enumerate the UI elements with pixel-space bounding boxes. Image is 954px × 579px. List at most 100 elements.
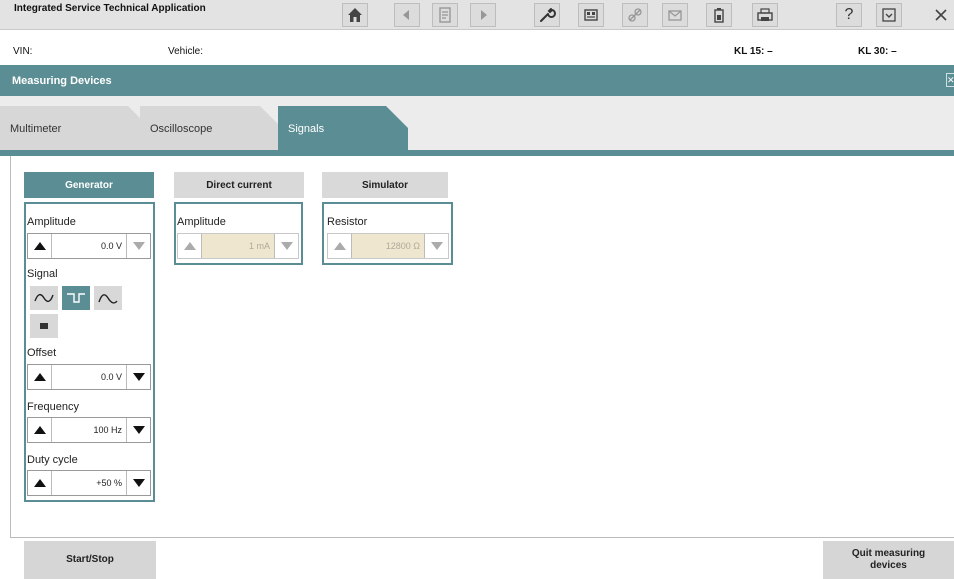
dc-amplitude-stepper[interactable]: 1 mA	[177, 233, 299, 259]
arrow-down-icon	[132, 479, 145, 487]
duty-cycle-increase-button[interactable]	[28, 471, 52, 495]
dc-signal-icon	[40, 323, 48, 329]
section-header: Measuring Devices ✕	[0, 65, 954, 96]
tab-signals[interactable]: Signals	[278, 106, 408, 150]
print-button[interactable]	[752, 3, 778, 27]
help-icon: ?	[844, 6, 854, 23]
duty-cycle-label: Duty cycle	[27, 454, 78, 466]
arrow-down-icon	[132, 426, 145, 434]
home-icon	[348, 8, 362, 22]
back-button[interactable]	[394, 3, 420, 27]
app-title: Integrated Service Technical Application	[14, 3, 206, 14]
signals-panel: Generator Direct current Simulator Ampli…	[0, 156, 954, 541]
section-title: Measuring Devices	[12, 75, 112, 87]
arrow-left-icon	[403, 10, 409, 20]
signal-label: Signal	[27, 268, 58, 280]
generator-heading[interactable]: Generator	[24, 172, 154, 198]
arrow-down-icon	[132, 373, 145, 381]
offset-value: 0.0 V	[100, 372, 122, 382]
footer-bar: Start/Stop Quit measuring devices	[0, 541, 954, 579]
service-functions-button[interactable]	[534, 3, 560, 27]
offset-decrease-button[interactable]	[126, 365, 150, 389]
direct-current-group: Amplitude 1 mA	[174, 202, 303, 265]
sine-signal-button[interactable]	[30, 286, 58, 310]
arrow-up-icon	[33, 373, 46, 381]
close-button[interactable]	[928, 3, 954, 27]
control-units-button[interactable]	[578, 3, 604, 27]
document-icon	[439, 7, 451, 23]
kl15-status: KL 15: –	[734, 46, 773, 57]
kl30-status: KL 30: –	[858, 46, 897, 57]
arrow-right-icon	[481, 10, 487, 20]
offset-stepper[interactable]: 0.0 V	[27, 364, 151, 390]
module-icon	[584, 9, 598, 21]
minimize-icon	[882, 8, 896, 22]
help-button[interactable]: ?	[836, 3, 862, 27]
arrow-up-icon	[33, 479, 46, 487]
connection-button[interactable]	[622, 3, 648, 27]
dc-amplitude-label: Amplitude	[177, 216, 226, 228]
frequency-decrease-button[interactable]	[126, 418, 150, 442]
resistor-stepper[interactable]: 12800 Ω	[327, 233, 449, 259]
frequency-stepper[interactable]: 100 Hz	[27, 417, 151, 443]
resistor-decrease-button[interactable]	[424, 234, 448, 258]
minimize-button[interactable]	[876, 3, 902, 27]
duty-cycle-value: +50 %	[96, 478, 122, 488]
dc-amplitude-decrease-button[interactable]	[274, 234, 298, 258]
square-signal-button[interactable]	[62, 286, 90, 310]
amplitude-increase-button[interactable]	[28, 234, 52, 258]
tab-oscilloscope[interactable]: Oscilloscope	[140, 106, 282, 150]
arrow-up-icon	[183, 242, 196, 250]
vin-label: VIN:	[13, 46, 33, 57]
vehicle-info-bar: VIN: Vehicle: KL 15: – KL 30: –	[0, 30, 954, 65]
vehicle-label: Vehicle:	[168, 46, 204, 57]
tab-label: Signals	[288, 123, 325, 135]
duty-cycle-stepper[interactable]: +50 %	[27, 470, 151, 496]
generator-group: Amplitude 0.0 V Signal Offset 0.0 V Freq…	[24, 202, 155, 502]
offset-increase-button[interactable]	[28, 365, 52, 389]
simulator-heading[interactable]: Simulator	[322, 172, 448, 198]
arrow-up-icon	[33, 426, 46, 434]
start-stop-button[interactable]: Start/Stop	[24, 541, 156, 579]
dc-amplitude-increase-button[interactable]	[178, 234, 202, 258]
document-button[interactable]	[432, 3, 458, 27]
battery-button[interactable]	[706, 3, 732, 27]
forward-button[interactable]	[470, 3, 496, 27]
wrench-icon	[540, 8, 556, 22]
resistor-increase-button[interactable]	[328, 234, 352, 258]
triangle-signal-button[interactable]	[94, 286, 122, 310]
offset-label: Offset	[27, 347, 57, 359]
arrow-up-icon	[33, 242, 46, 250]
arrow-down-icon	[280, 242, 293, 250]
close-icon: ✕	[947, 75, 954, 85]
amplitude-label: Amplitude	[27, 216, 76, 228]
frequency-label: Frequency	[27, 401, 79, 413]
mail-icon	[668, 10, 682, 21]
arrow-down-icon	[430, 242, 443, 250]
sine-wave-icon	[34, 293, 54, 303]
frequency-increase-button[interactable]	[28, 418, 52, 442]
arrow-down-icon	[132, 242, 145, 250]
amplitude-decrease-button[interactable]	[126, 234, 150, 258]
resistor-value: 12800 Ω	[352, 234, 424, 258]
resistor-label: Resistor	[327, 216, 368, 228]
messages-button[interactable]	[662, 3, 688, 27]
generator-amplitude-stepper[interactable]: 0.0 V	[27, 233, 151, 259]
close-icon	[935, 9, 947, 21]
home-button[interactable]	[342, 3, 368, 27]
battery-icon	[714, 8, 724, 23]
top-toolbar: Integrated Service Technical Application…	[0, 0, 954, 30]
tab-label: Oscilloscope	[150, 123, 213, 135]
arrow-up-icon	[333, 242, 346, 250]
duty-cycle-decrease-button[interactable]	[126, 471, 150, 495]
link-icon	[628, 8, 642, 22]
print-icon	[757, 8, 773, 21]
quit-measuring-devices-button[interactable]: Quit measuring devices	[823, 541, 954, 579]
amplitude-value: 0.0 V	[100, 241, 122, 251]
triangle-wave-icon	[98, 294, 118, 304]
section-close-button[interactable]: ✕	[946, 73, 954, 87]
dc-signal-button[interactable]	[30, 314, 58, 338]
direct-current-heading[interactable]: Direct current	[174, 172, 304, 198]
tab-multimeter[interactable]: Multimeter	[0, 106, 150, 150]
tab-label: Multimeter	[10, 123, 62, 135]
